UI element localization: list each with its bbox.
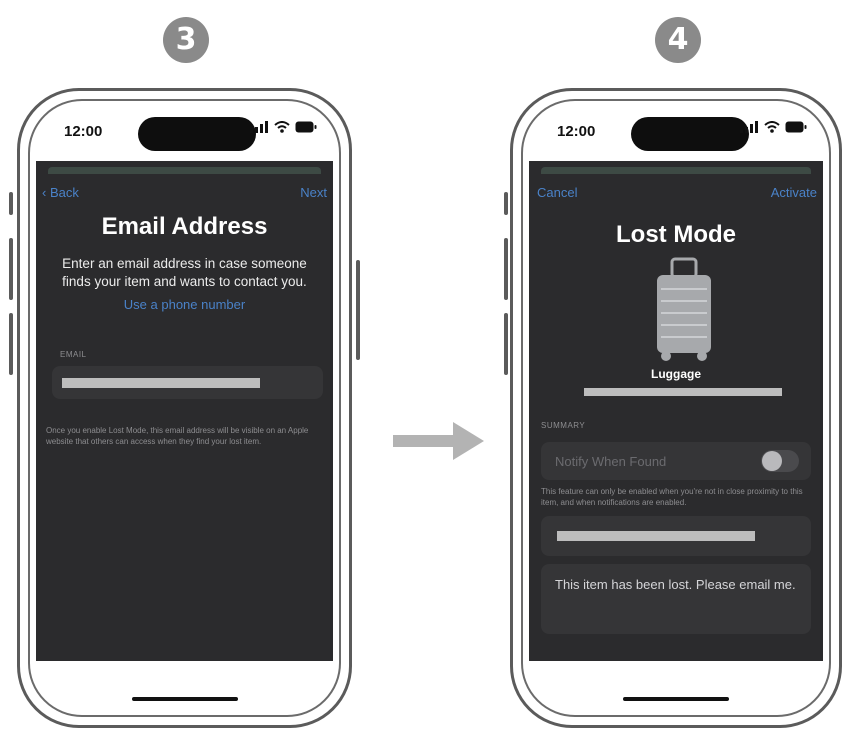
wifi-icon: [274, 121, 290, 133]
step-badge-4: 4: [655, 17, 701, 63]
luggage-icon: [657, 257, 711, 361]
email-field[interactable]: [52, 366, 323, 399]
use-phone-number-link[interactable]: Use a phone number: [36, 297, 333, 312]
next-button[interactable]: Next: [300, 185, 327, 200]
back-label: Back: [49, 185, 79, 200]
phone-right: 12:00 Cancel Activate Lost Mode Luggage …: [510, 88, 842, 728]
battery-icon: [295, 121, 317, 133]
dynamic-island: [631, 117, 749, 151]
chevron-left-icon: ‹: [42, 185, 47, 200]
phone-bezel: 12:00 Cancel Activate Lost Mode Luggage …: [521, 99, 831, 717]
notify-toggle[interactable]: [761, 450, 799, 472]
battery-icon: [785, 121, 807, 133]
volume-down-button: [9, 313, 13, 375]
notify-label: Notify When Found: [555, 454, 667, 469]
message-text: This item has been lost. Please email me…: [555, 577, 796, 592]
redacted-owner: [584, 388, 782, 396]
step-badge-3: 3: [163, 17, 209, 63]
status-time: 12:00: [64, 123, 103, 140]
home-indicator: [623, 697, 729, 701]
dynamic-island: [138, 117, 256, 151]
item-name: Luggage: [651, 367, 701, 381]
contact-field[interactable]: [541, 516, 811, 556]
sheet-edge: [541, 167, 811, 174]
phone-left: 12:00 ‹ Back Next Email Address Enter an…: [17, 88, 352, 728]
activate-button[interactable]: Activate: [771, 185, 817, 200]
arrow-right-icon: [393, 422, 484, 460]
summary-label: SUMMARY: [541, 421, 586, 430]
home-indicator: [131, 697, 238, 701]
toggle-knob: [762, 451, 782, 471]
page-description: Enter an email address in case someone f…: [62, 256, 307, 289]
redacted-email: [62, 378, 260, 388]
volume-up-button: [9, 238, 13, 300]
status-time: 12:00: [557, 123, 596, 140]
signal-icon: [740, 121, 758, 133]
status-icons: [249, 121, 317, 133]
sheet-edge: [48, 167, 321, 174]
message-field[interactable]: This item has been lost. Please email me…: [541, 564, 811, 634]
action-button: [9, 192, 13, 215]
volume-up-button: [504, 238, 508, 300]
phone-bezel: 12:00 ‹ Back Next Email Address Enter an…: [28, 99, 341, 717]
redacted-contact: [557, 531, 755, 541]
page-title: Email Address: [101, 213, 268, 240]
visibility-footnote: Once you enable Lost Mode, this email ad…: [46, 426, 309, 446]
notify-footnote: This feature can only be enabled when yo…: [541, 487, 803, 507]
cancel-button[interactable]: Cancel: [537, 185, 577, 200]
wifi-icon: [764, 121, 780, 133]
status-icons: [739, 121, 807, 133]
signal-icon: [250, 121, 268, 133]
screen-lost-mode: Cancel Activate Lost Mode Luggage SUMMAR…: [529, 161, 823, 661]
screen-email-address: ‹ Back Next Email Address Enter an email…: [36, 161, 333, 661]
volume-down-button: [504, 313, 508, 375]
power-button: [356, 260, 360, 360]
email-label: EMAIL: [60, 350, 87, 359]
back-button[interactable]: ‹ Back: [42, 185, 79, 200]
action-button: [504, 192, 508, 215]
notify-when-found-row: Notify When Found: [541, 442, 811, 480]
page-title: Lost Mode: [616, 221, 736, 248]
